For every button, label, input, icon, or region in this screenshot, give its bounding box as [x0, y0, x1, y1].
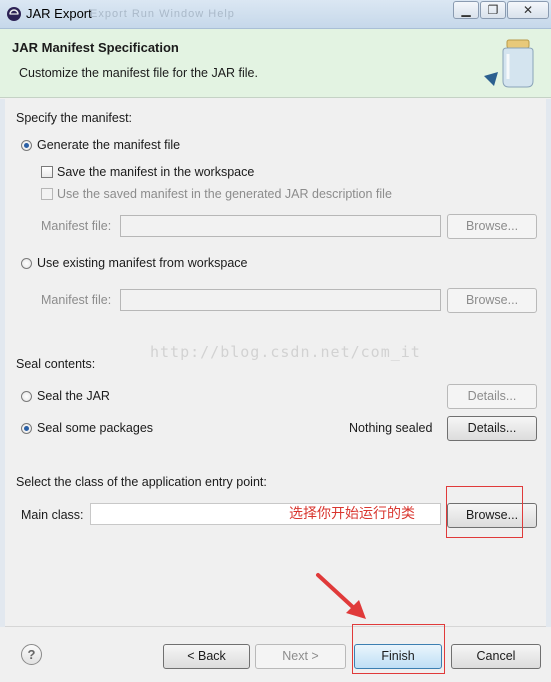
seal-contents-label: Seal contents:	[16, 357, 96, 371]
save-manifest-label[interactable]: Save the manifest in the workspace	[57, 165, 254, 179]
jar-icon	[502, 39, 534, 88]
title-bar: JAR Export Export Run Window Help ▁ ❐ ✕	[0, 0, 551, 29]
seal-packages-details-button[interactable]: Details...	[447, 416, 537, 441]
existing-manifest-file-field[interactable]	[120, 289, 441, 311]
wizard-header: JAR Manifest Specification Customize the…	[0, 29, 551, 98]
watermark-text: http://blog.csdn.net/com_it	[150, 343, 421, 361]
page-title: JAR Manifest Specification	[12, 40, 179, 55]
use-saved-manifest-checkbox[interactable]	[41, 188, 53, 200]
existing-manifest-file-label: Manifest file:	[41, 293, 112, 307]
nothing-sealed-status: Nothing sealed	[349, 421, 433, 435]
use-saved-manifest-label: Use the saved manifest in the generated …	[57, 187, 392, 201]
wizard-banner-arrow-icon	[484, 72, 498, 86]
seal-packages-radio[interactable]	[21, 423, 32, 434]
existing-manifest-browse-button[interactable]: Browse...	[447, 288, 537, 313]
seal-jar-label[interactable]: Seal the JAR	[37, 389, 110, 403]
manifest-file-label: Manifest file:	[41, 219, 112, 233]
page-description: Customize the manifest file for the JAR …	[19, 66, 258, 80]
generate-manifest-label[interactable]: Generate the manifest file	[37, 138, 180, 152]
annotation-text: 选择你开始运行的类	[289, 505, 415, 521]
annotation-highlight-finish	[352, 624, 445, 674]
entry-point-label: Select the class of the application entr…	[16, 475, 267, 489]
use-existing-manifest-label[interactable]: Use existing manifest from workspace	[37, 256, 248, 270]
save-manifest-checkbox[interactable]	[41, 166, 53, 178]
annotation-highlight-browse	[446, 486, 523, 538]
close-button[interactable]: ✕	[507, 1, 549, 19]
maximize-button[interactable]: ❐	[480, 1, 506, 19]
annotation-arrow-icon	[316, 573, 366, 619]
cancel-button[interactable]: Cancel	[451, 644, 541, 669]
minimize-button[interactable]: ▁	[453, 1, 479, 19]
generate-manifest-radio[interactable]	[21, 140, 32, 151]
use-existing-manifest-radio[interactable]	[21, 258, 32, 269]
specify-manifest-label: Specify the manifest:	[16, 111, 133, 125]
next-button[interactable]: Next >	[255, 644, 346, 669]
seal-jar-radio[interactable]	[21, 391, 32, 402]
window-title: JAR Export	[26, 6, 92, 21]
seal-jar-details-button[interactable]: Details...	[447, 384, 537, 409]
manifest-browse-button[interactable]: Browse...	[447, 214, 537, 239]
main-class-label: Main class:	[21, 508, 84, 522]
background-menu-ghost: Export Run Window Help	[90, 8, 235, 20]
back-button[interactable]: < Back	[163, 644, 250, 669]
help-icon[interactable]: ?	[21, 644, 42, 665]
window-border-right	[546, 99, 551, 627]
seal-packages-label[interactable]: Seal some packages	[37, 421, 153, 435]
manifest-file-field[interactable]	[120, 215, 441, 237]
eclipse-app-icon	[7, 7, 21, 21]
